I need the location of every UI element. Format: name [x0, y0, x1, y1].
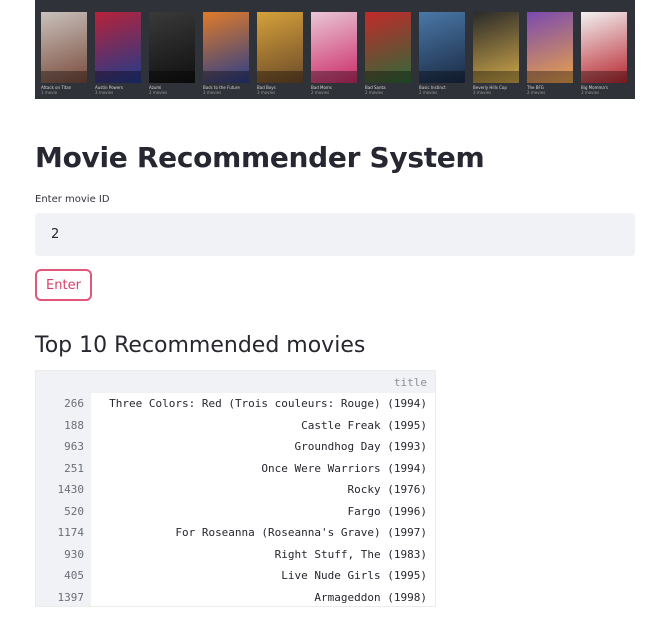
- poster-count: 1 movie: [41, 90, 58, 95]
- poster-count: 3 movies: [257, 90, 276, 95]
- collection-poster[interactable]: [95, 12, 141, 83]
- poster-caption: Austin Powers 3 movies: [95, 85, 147, 95]
- poster-count: 3 movies: [473, 90, 492, 95]
- poster-count: 3 movies: [581, 90, 600, 95]
- movie-id-input[interactable]: [35, 213, 635, 256]
- poster-count: 2 movies: [527, 90, 546, 95]
- poster-count: 3 movies: [95, 90, 114, 95]
- recommendations-table[interactable]: title 266 Three Colors: Red (Trois couleu…: [35, 370, 436, 607]
- table-row[interactable]: 405 Live Nude Girls (1995): [36, 565, 435, 587]
- poster-count: 2 movies: [311, 90, 330, 95]
- table-row[interactable]: 266 Three Colors: Red (Trois couleurs: Ro…: [36, 393, 435, 415]
- table-row[interactable]: 963 Groundhog Day (1993): [36, 436, 435, 458]
- table-row[interactable]: 1430 Rocky (1976): [36, 479, 435, 501]
- page-title: Movie Recommender System: [35, 141, 485, 174]
- poster-caption: Bad Boys 3 movies: [257, 85, 309, 95]
- collection-poster[interactable]: [257, 12, 303, 83]
- poster-caption: Basic Instinct 2 movies: [419, 85, 471, 95]
- row-index: 251: [36, 457, 91, 479]
- poster-count: 2 movies: [419, 90, 438, 95]
- row-index: 1397: [36, 586, 91, 606]
- row-index: 1430: [36, 479, 91, 501]
- poster-caption: Beverly Hills Cop 3 movies: [473, 85, 525, 95]
- row-index: 266: [36, 393, 91, 415]
- poster-caption: Bad Moms 2 movies: [311, 85, 363, 95]
- row-index: 520: [36, 500, 91, 522]
- enter-button[interactable]: Enter: [35, 269, 92, 301]
- poster-count: 2 movies: [149, 90, 168, 95]
- collection-poster[interactable]: [473, 12, 519, 83]
- movie-title-cell: For Roseanna (Roseanna's Grave) (1997): [91, 522, 435, 544]
- poster-caption: Big Momma's 3 movies: [581, 85, 633, 95]
- movie-title-cell: Castle Freak (1995): [91, 414, 435, 436]
- table-row[interactable]: 251 Once Were Warriors (1994): [36, 457, 435, 479]
- poster-caption: Back to the Future 3 movies: [203, 85, 255, 95]
- row-index: 930: [36, 543, 91, 565]
- table-row[interactable]: 1174 For Roseanna (Roseanna's Grave) (199…: [36, 522, 435, 544]
- movie-title-cell: Three Colors: Red (Trois couleurs: Rouge…: [91, 393, 435, 415]
- poster-caption: Bad Santa 2 movies: [365, 85, 417, 95]
- row-index: 405: [36, 565, 91, 587]
- table-header-row: title: [36, 371, 435, 393]
- movie-title-cell: Live Nude Girls (1995): [91, 565, 435, 587]
- collection-poster[interactable]: [365, 12, 411, 83]
- poster-count: 2 movies: [365, 90, 384, 95]
- movie-title-cell: Once Were Warriors (1994): [91, 457, 435, 479]
- row-index: 963: [36, 436, 91, 458]
- table-row[interactable]: 188 Castle Freak (1995): [36, 414, 435, 436]
- collection-poster[interactable]: [41, 12, 87, 83]
- table-row[interactable]: 1397 Armageddon (1998): [36, 586, 435, 606]
- collection-poster[interactable]: [527, 12, 573, 83]
- index-header: [36, 371, 91, 393]
- collection-banner: Attack on Titan 1 movie Austin Powers 3 mov…: [35, 0, 635, 99]
- recommendations-heading: Top 10 Recommended movies: [35, 333, 366, 358]
- movie-title-cell: Groundhog Day (1993): [91, 436, 435, 458]
- movie-title-cell: Rocky (1976): [91, 479, 435, 501]
- row-index: 1174: [36, 522, 91, 544]
- movie-title-cell: Right Stuff, The (1983): [91, 543, 435, 565]
- poster-caption: The BFG 2 movies: [527, 85, 579, 95]
- collection-poster[interactable]: [203, 12, 249, 83]
- table-row[interactable]: 520 Fargo (1996): [36, 500, 435, 522]
- row-index: 188: [36, 414, 91, 436]
- movie-id-label: Enter movie ID: [35, 194, 110, 205]
- collection-poster[interactable]: [581, 12, 627, 83]
- table-row[interactable]: 930 Right Stuff, The (1983): [36, 543, 435, 565]
- poster-count: 3 movies: [203, 90, 222, 95]
- title-column-header[interactable]: title: [91, 371, 435, 393]
- poster-caption: Attack on Titan 1 movie: [41, 85, 93, 95]
- movie-title-cell: Armageddon (1998): [91, 586, 435, 606]
- movie-title-cell: Fargo (1996): [91, 500, 435, 522]
- collection-poster[interactable]: [419, 12, 465, 83]
- collection-poster[interactable]: [311, 12, 357, 83]
- collection-poster[interactable]: [149, 12, 195, 83]
- poster-caption: Azumi 2 movies: [149, 85, 201, 95]
